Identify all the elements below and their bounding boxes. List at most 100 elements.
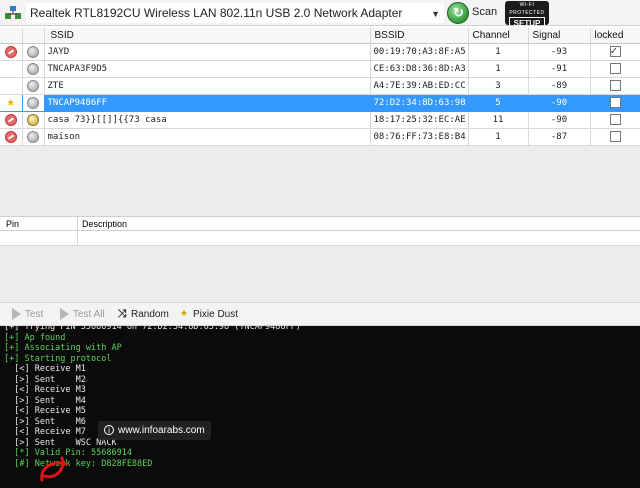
console-line: [<] Receive M5 (4, 406, 86, 416)
ssid-cell: TNCAPA3F9D5 (44, 60, 371, 78)
network-row[interactable]: casa 73}}[[]]{{73 casa 18:17:25:32:EC:AE 1… (0, 111, 640, 129)
row-flag-cell: ★ (0, 94, 23, 112)
locked-checkbox[interactable] (609, 63, 621, 75)
channel-cell: 11 (468, 111, 529, 129)
ssid-cell: maison (44, 128, 371, 147)
console-line: [<] Receive M1 (4, 364, 86, 374)
console-line: [+] Associating with AP (4, 343, 122, 353)
bssid-cell: 72:D2:34:8D:63:98 (370, 94, 469, 112)
column-ssid[interactable]: SSID (44, 28, 371, 44)
network-adapter-icon (5, 6, 21, 19)
column-locked[interactable]: locked (590, 28, 640, 44)
pixie-dust-button[interactable]: ✦ Pixie Dust (178, 307, 238, 323)
network-list-empty-area (0, 146, 640, 216)
scan-button[interactable]: ↻ Scan (446, 1, 498, 25)
bssid-cell: CE:63:D8:36:8D:A3 (370, 60, 469, 78)
watermark-overlay: i www.infoarabs.com (98, 421, 211, 440)
locked-checkbox[interactable] (609, 131, 621, 143)
grey-circle-icon (27, 79, 39, 92)
network-row[interactable]: ★ TNCAP9486FF 72:D2:34:8D:63:98 5 -90 (0, 94, 640, 112)
row-status-cell (22, 128, 45, 147)
column-pin[interactable]: Pin (6, 219, 19, 229)
row-flag-cell (0, 128, 23, 147)
blocked-icon (4, 45, 17, 58)
column-channel[interactable]: Channel (468, 28, 529, 44)
locked-checkbox[interactable] (609, 97, 621, 109)
channel-cell: 1 (468, 128, 529, 147)
locked-cell (590, 43, 640, 61)
random-button[interactable]: ⤨ Random (116, 307, 169, 323)
blocked-icon (4, 130, 17, 143)
grey-circle-icon (27, 45, 39, 58)
grey-circle-icon (27, 96, 39, 109)
row-status-cell (22, 77, 45, 95)
adapter-toolbar: Realtek RTL8192CU Wireless LAN 802.11n U… (0, 0, 640, 31)
scan-icon: ↻ (447, 2, 469, 24)
locked-cell (590, 128, 640, 147)
locked-checkbox[interactable] (609, 80, 621, 92)
network-row[interactable]: ZTE A4:7E:39:AB:ED:CC 3 -89 (0, 77, 640, 95)
console-line: [>] Sent M6 (4, 416, 86, 427)
adapter-dropdown[interactable]: Realtek RTL8192CU Wireless LAN 802.11n U… (26, 3, 444, 23)
grey-circle-icon (27, 62, 39, 75)
channel-cell: 1 (468, 60, 529, 78)
row-status-cell (22, 111, 45, 129)
signal-cell: -87 (528, 128, 591, 147)
play-icon (60, 308, 69, 321)
console-line: [#] Network key: D828FE88ED (4, 458, 153, 469)
channel-cell: 5 (468, 94, 529, 112)
test-all-button[interactable]: Test All (60, 307, 105, 323)
row-status-cell (22, 60, 45, 78)
column-description[interactable]: Description (82, 219, 127, 229)
network-row[interactable]: TNCAPA3F9D5 CE:63:D8:36:8D:A3 1 -91 (0, 60, 640, 78)
locked-checkbox[interactable] (609, 114, 621, 126)
console-line: [>] Sent M2 (4, 374, 86, 385)
bssid-cell: 08:76:FF:73:E8:B4 (370, 128, 469, 147)
pin-list-empty-area (0, 246, 640, 302)
ssid-cell: casa 73}}[[]]{{73 casa (44, 111, 371, 129)
ssid-cell: ZTE (44, 77, 371, 95)
console-output: [+] Trying PIN 55686914 on 72:D2:34:8D:6… (0, 326, 640, 488)
row-flag-cell (0, 60, 23, 78)
shuffle-icon: ⤨ (117, 308, 127, 321)
adapter-dropdown-value: Realtek RTL8192CU Wireless LAN 802.11n U… (30, 6, 403, 20)
blocked-icon (4, 113, 17, 126)
magic-wand-icon: ✦ (179, 308, 189, 321)
test-button[interactable]: Test (12, 307, 43, 323)
bssid-cell: 18:17:25:32:EC:AE (370, 111, 469, 129)
scan-button-label: Scan (472, 6, 498, 18)
network-row[interactable]: maison 08:76:FF:73:E8:B4 1 -87 (0, 128, 640, 147)
signal-cell: -93 (528, 43, 591, 61)
locked-cell (590, 60, 640, 78)
lock-icon (27, 113, 39, 126)
column-signal[interactable]: Signal (528, 28, 591, 44)
bssid-cell: A4:7E:39:AB:ED:CC (370, 77, 469, 95)
console-line: [>] Sent M4 (4, 395, 86, 406)
bssid-cell: 00:19:70:A3:8F:A5 (370, 43, 469, 61)
play-icon (12, 308, 21, 321)
locked-cell (590, 77, 640, 95)
chevron-down-icon: ▼ (431, 9, 440, 19)
row-flag-cell (0, 43, 23, 61)
signal-cell: -91 (528, 60, 591, 78)
signal-cell: -89 (528, 77, 591, 95)
signal-cell: -90 (528, 111, 591, 129)
row-flag-cell (0, 77, 23, 95)
column-bssid[interactable]: BSSID (370, 28, 469, 44)
action-toolbar: Test Test All ⤨ Random ✦ Pixie Dust (0, 302, 640, 326)
locked-cell (590, 94, 640, 112)
console-line: [+] Starting protocol (4, 353, 112, 364)
locked-checkbox[interactable] (609, 44, 621, 58)
network-table-header: SSID BSSID Channel Signal locked (0, 28, 640, 44)
row-flag-cell (0, 111, 23, 129)
row-status-cell (22, 43, 45, 61)
pin-table-row[interactable] (0, 231, 640, 246)
console-line: [+] Ap found (4, 332, 66, 343)
console-line: [<] Receive M7 (4, 427, 86, 437)
grey-circle-icon (27, 130, 39, 143)
info-icon: i (104, 425, 114, 436)
channel-cell: 3 (468, 77, 529, 95)
network-row[interactable]: JAYD 00:19:70:A3:8F:A5 1 -93 (0, 43, 640, 61)
red-circle-annotation (40, 456, 68, 482)
ssid-cell: TNCAP9486FF (44, 94, 371, 112)
